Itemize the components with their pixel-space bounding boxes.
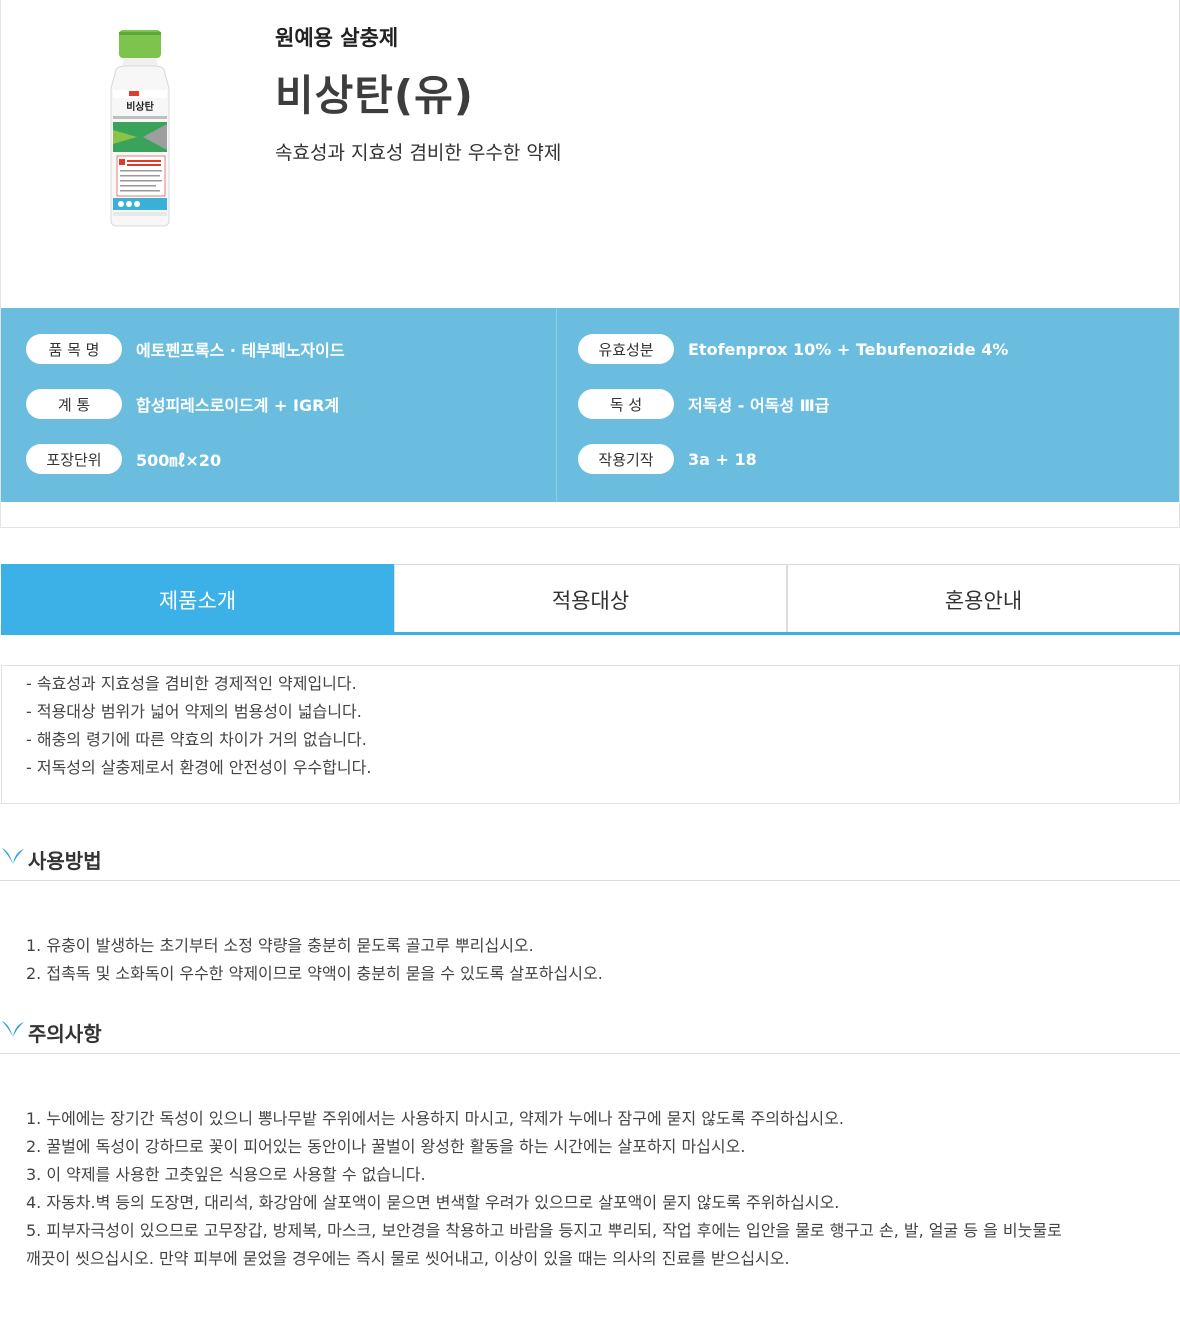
- spec-item-moa: 작용기작 3a + 18: [578, 444, 757, 474]
- spec-label: 계 통: [26, 389, 122, 419]
- list-item: 3. 이 약제를 사용한 고춧잎은 식용으로 사용할 수 없습니다.: [26, 1165, 426, 1184]
- list-item: 2. 접촉독 및 소화독이 우수한 약제이므로 약액이 충분히 묻을 수 있도록…: [26, 964, 603, 983]
- spec-label: 품 목 명: [26, 334, 122, 364]
- product-tagline: 속효성과 지효성 겸비한 우수한 약제: [275, 142, 562, 164]
- usage-title: 사용방법: [28, 849, 102, 873]
- spec-item-ingredient: 유효성분 Etofenprox 10% + Tebufenozide 4%: [578, 334, 1008, 364]
- intro-line: - 해충의 령기에 따른 약효의 차이가 거의 없습니다.: [26, 730, 367, 749]
- list-item: 1. 누에에는 장기간 독성이 있으니 뽕나무밭 주위에서는 사용하지 마시고,…: [26, 1109, 844, 1128]
- spec-item-toxicity: 독 성 저독성 - 어독성 Ⅲ급: [578, 389, 830, 419]
- caution-list: 1. 누에에는 장기간 독성이 있으니 뽕나무밭 주위에서는 사용하지 마시고,…: [26, 1105, 1176, 1273]
- spec-panel: 품 목 명 에토펜프록스 · 테부페노자이드 계 통 합성피레스로이드계 + I…: [1, 308, 1179, 502]
- spec-label: 유효성분: [578, 334, 674, 364]
- spec-value: Etofenprox 10% + Tebufenozide 4%: [688, 339, 1009, 359]
- spec-item-package: 포장단위 500㎖×20: [26, 444, 221, 474]
- spec-value: 에토펜프록스 · 테부페노자이드: [136, 341, 345, 360]
- tab-underline: [1, 632, 1180, 635]
- spec-value: 합성피레스로이드계 + IGR계: [136, 396, 340, 415]
- spec-divider: [556, 308, 557, 502]
- tab-mixing-guide[interactable]: 혼용안내: [787, 564, 1180, 635]
- spec-label: 독 성: [578, 389, 674, 419]
- spec-value: 500㎖×20: [136, 451, 222, 470]
- product-category: 원예용 살충제: [275, 26, 399, 50]
- usage-list: 1. 유충이 발생하는 초기부터 소정 약량을 충분히 묻도록 골고루 뿌리십시…: [26, 932, 1176, 988]
- intro-line: - 저독성의 살충제로서 환경에 안전성이 우수합니다.: [26, 758, 372, 777]
- leaf-icon: [2, 1021, 24, 1037]
- leaf-icon: [2, 848, 24, 864]
- tab-product-intro[interactable]: 제품소개: [1, 564, 394, 635]
- usage-section-header: 사용방법: [0, 845, 1180, 881]
- tab-bar: 제품소개 적용대상 혼용안내: [1, 564, 1180, 635]
- list-item: 깨끗이 씻으십시오. 만약 피부에 묻었을 경우에는 즉시 물로 씻어내고, 이…: [26, 1249, 790, 1268]
- spec-value: 3a + 18: [688, 449, 757, 469]
- caution-title: 주의사항: [28, 1022, 102, 1046]
- list-item: 4. 자동차.벽 등의 도장면, 대리석, 화강암에 살포액이 묻으면 변색할 …: [26, 1193, 840, 1212]
- caution-section-header: 주의사항: [0, 1018, 1180, 1054]
- product-name: 비상탄(유): [275, 71, 474, 120]
- list-item: 5. 피부자극성이 있으므로 고무장갑, 방제복, 마스크, 보안경을 착용하고…: [26, 1221, 1062, 1240]
- intro-line: - 속효성과 지효성을 겸비한 경제적인 약제입니다.: [26, 674, 357, 693]
- spec-label: 포장단위: [26, 444, 122, 474]
- product-bottle-image: 비상탄: [110, 30, 170, 227]
- bottle-label-text: 비상탄: [126, 100, 154, 113]
- spec-item-class: 계 통 합성피레스로이드계 + IGR계: [26, 389, 339, 419]
- tab-application-target[interactable]: 적용대상: [394, 564, 787, 635]
- spec-label: 작용기작: [578, 444, 674, 474]
- intro-line: - 적용대상 범위가 넓어 약제의 범용성이 넓습니다.: [26, 702, 362, 721]
- spec-value: 저독성 - 어독성 Ⅲ급: [688, 396, 830, 415]
- spec-item-name: 품 목 명 에토펜프록스 · 테부페노자이드: [26, 334, 345, 364]
- product-intro-panel: - 속효성과 지효성을 겸비한 경제적인 약제입니다. - 적용대상 범위가 넓…: [1, 665, 1180, 804]
- list-item: 1. 유충이 발생하는 초기부터 소정 약량을 충분히 묻도록 골고루 뿌리십시…: [26, 936, 534, 955]
- list-item: 2. 꿀벌에 독성이 강하므로 꽃이 피어있는 동안이나 꿀벌이 왕성한 활동을…: [26, 1137, 746, 1156]
